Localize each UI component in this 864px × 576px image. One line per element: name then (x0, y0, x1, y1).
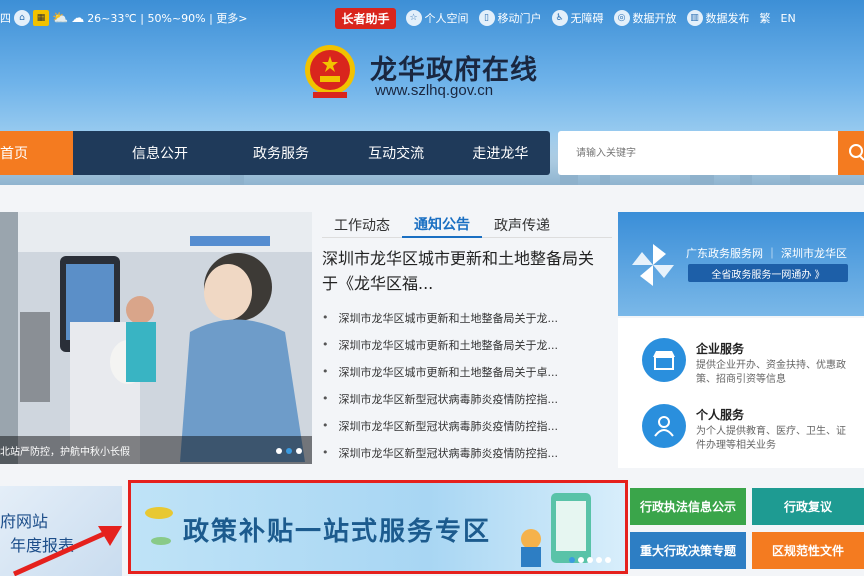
site-url: www.szlhq.gov.cn (375, 82, 494, 99)
leaf-decoration-icon (145, 507, 173, 545)
news-panel: 工作动态 通知公告 政声传递 深圳市龙华区城市更新和土地整备局关于《龙华区福..… (322, 212, 612, 464)
health-code-icon[interactable]: ▦ (33, 10, 49, 26)
main-navigation: 首页 信息公开 政务服务 互动交流 走进龙华 (0, 131, 550, 175)
promo-dot[interactable] (596, 557, 602, 563)
slider-dot[interactable] (296, 448, 302, 454)
personal-space-icon: ☆ (405, 10, 422, 26)
tab-gov-voice[interactable]: 政声传递 (482, 212, 562, 238)
list-item[interactable]: 深圳市龙华区新型冠状病毒肺炎疫情防控指... (322, 385, 612, 412)
data-release-icon: ▥ (686, 10, 703, 26)
slider-pagination (276, 448, 302, 454)
slider-photo (0, 212, 312, 464)
nav-interaction[interactable]: 互动交流 (342, 131, 451, 175)
open-data-link[interactable]: 数据开放 (633, 10, 677, 26)
person-icon (642, 404, 686, 448)
promo-dot[interactable] (569, 557, 575, 563)
data-release-link[interactable]: 数据发布 (706, 10, 750, 26)
accessibility-icon: ♿ (551, 10, 568, 26)
list-item[interactable]: 深圳市龙华区新型冠状病毒肺炎疫情防控指... (322, 439, 612, 466)
enterprise-service-title: 企业服务 (696, 342, 745, 356)
news-photo-slider[interactable]: 北站严防控，护航中秋小长假 (0, 212, 312, 464)
enterprise-service-desc: 提供企业开办、资金扶持、优惠政策、招商引资等信息 (696, 360, 846, 385)
gd-service-portal[interactable]: 广东政务服务网 ｜ 深圳市龙华区 全省政务服务一网通办 》 (618, 212, 864, 316)
slider-dot[interactable] (286, 448, 292, 454)
open-data-icon: ◎ (613, 10, 630, 26)
tab-notices[interactable]: 通知公告 (402, 212, 482, 238)
personal-space-link[interactable]: 个人空间 (425, 10, 469, 26)
nav-home[interactable]: 首页 (0, 131, 74, 175)
personal-service-title: 个人服务 (696, 408, 745, 422)
nav-about-longhua[interactable]: 走进龙华 (451, 131, 550, 175)
header-banner: 四 ⌂ ▦ ⛅ ☁ 26~33℃ | 50%~90% | 更多> 长者助手 ☆ 个… (0, 0, 864, 185)
weather-sun-icon: ⛅ (52, 10, 69, 26)
top-utility-bar: 四 ⌂ ▦ ⛅ ☁ 26~33℃ | 50%~90% | 更多> 长者助手 ☆ 个… (0, 6, 864, 30)
policy-subsidy-title: 政策补贴一站式服务专区 (183, 517, 492, 547)
nav-info-disclosure[interactable]: 信息公开 (99, 131, 220, 175)
date-label: 四 (0, 12, 11, 25)
enterprise-service[interactable]: 企业服务 提供企业开办、资金扶持、优惠政策、招商引资等信息 (642, 338, 852, 387)
personal-service[interactable]: 个人服务 为个人提供教育、医疗、卫生、证件办理等相关业务 (642, 404, 852, 453)
admin-review-button[interactable]: 行政复议 (752, 488, 864, 525)
traditional-chinese-link[interactable]: 繁 (760, 10, 771, 26)
shop-icon (642, 338, 686, 382)
normative-documents-button[interactable]: 区规范性文件 (752, 532, 864, 569)
slider-dot[interactable] (276, 448, 282, 454)
accessibility-link[interactable]: 无障碍 (571, 10, 604, 26)
tab-work-news[interactable]: 工作动态 (322, 212, 402, 238)
news-list: 深圳市龙华区城市更新和土地整备局关于龙... 深圳市龙华区城市更新和土地整备局关… (322, 304, 612, 466)
red-arrow-annotation (12, 526, 122, 576)
search-icon (849, 144, 864, 161)
law-enforcement-info-button[interactable]: 行政执法信息公示 (630, 488, 746, 525)
national-emblem-logo (305, 45, 355, 98)
portal-button[interactable]: 全省政务服务一网通办 》 (688, 264, 848, 282)
major-decisions-button[interactable]: 重大行政决策专题 (630, 532, 746, 569)
list-item[interactable]: 深圳市龙华区城市更新和土地整备局关于卓... (322, 358, 612, 385)
service-list: 企业服务 提供企业开办、资金扶持、优惠政策、招商引资等信息 个人服务 为个人提供… (618, 318, 864, 468)
list-item[interactable]: 深圳市龙华区新型冠状病毒肺炎疫情防控指... (322, 412, 612, 439)
home-icon[interactable]: ⌂ (14, 10, 30, 26)
promo-pagination (569, 557, 611, 563)
policy-subsidy-banner[interactable]: 政策补贴一站式服务专区 (128, 480, 628, 574)
search-button[interactable] (838, 131, 864, 175)
promo-dot[interactable] (578, 557, 584, 563)
search-box (558, 131, 840, 175)
list-item[interactable]: 深圳市龙华区城市更新和土地整备局关于龙... (322, 331, 612, 358)
promo-dot[interactable] (587, 557, 593, 563)
promo-dot[interactable] (605, 557, 611, 563)
weather-info[interactable]: 26~33℃ | 50%~90% | 更多> (87, 10, 247, 26)
mobile-portal-link[interactable]: 移动门户 (498, 10, 542, 26)
portal-title: 广东政务服务网 ｜ 深圳市龙华区 (686, 247, 847, 260)
pinwheel-logo-icon (632, 244, 674, 286)
english-link[interactable]: EN (781, 12, 796, 25)
slider-caption[interactable]: 北站严防控，护航中秋小长假 (0, 436, 312, 464)
nav-government-services[interactable]: 政务服务 (221, 131, 342, 175)
news-headline[interactable]: 深圳市龙华区城市更新和土地整备局关于《龙华区福... (322, 246, 612, 296)
list-item[interactable]: 深圳市龙华区城市更新和土地整备局关于龙... (322, 304, 612, 331)
news-tabs: 工作动态 通知公告 政声传递 (322, 212, 612, 238)
mobile-portal-icon: ▯ (478, 10, 495, 26)
weather-cloud-icon: ☁ (71, 10, 85, 26)
personal-service-desc: 为个人提供教育、医疗、卫生、证件办理等相关业务 (696, 426, 846, 451)
elder-mode-button[interactable]: 长者助手 (335, 7, 396, 29)
search-input[interactable] (558, 131, 828, 175)
